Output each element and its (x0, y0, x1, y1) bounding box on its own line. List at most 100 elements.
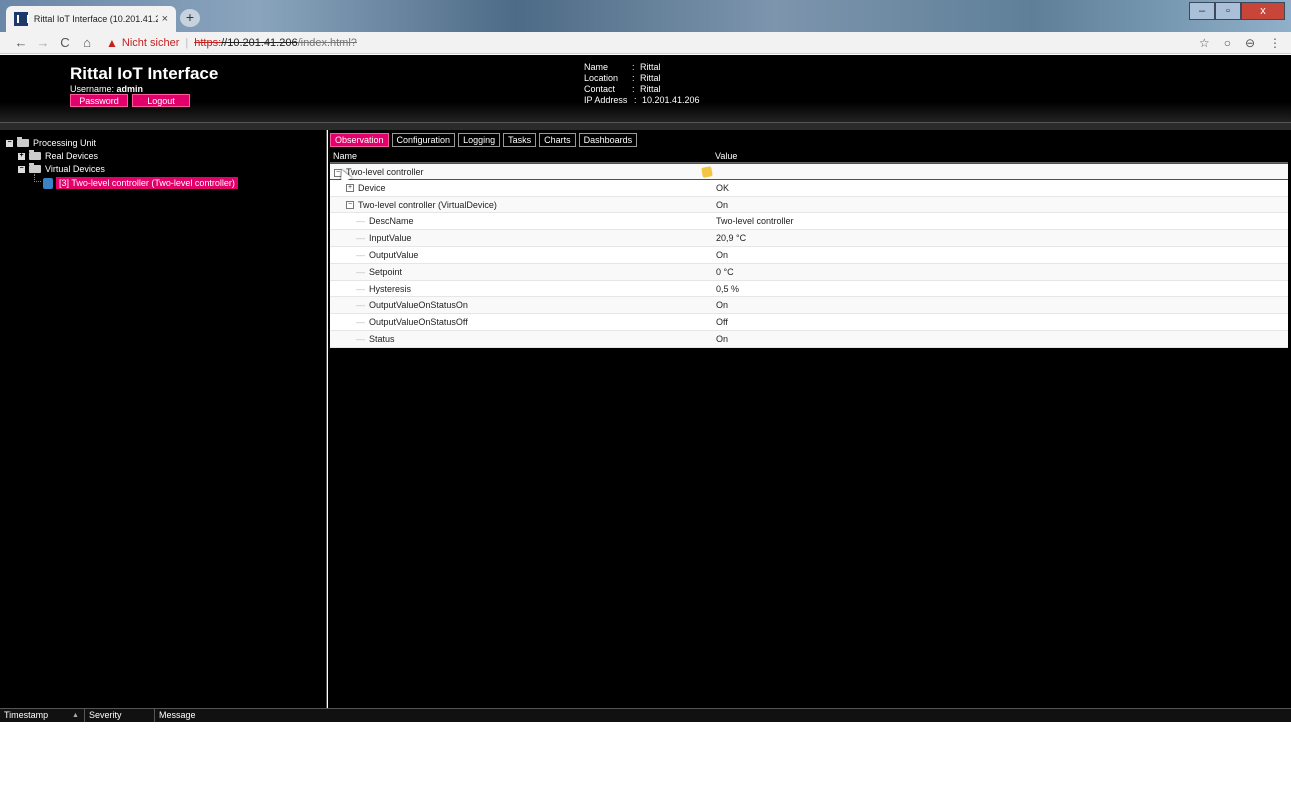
tree-label: [3] Two-level controller (Two-level cont… (56, 177, 238, 189)
address-bar: ← → C ⌂ ▲ Nicht sicher | https://10.201.… (0, 32, 1291, 54)
reload-icon[interactable]: C (54, 35, 76, 50)
tree-node-real-devices[interactable]: + Real Devices (18, 150, 99, 161)
table-row[interactable]: — OutputValueOnStatusOff Off (330, 314, 1288, 331)
edit-icon[interactable] (701, 166, 713, 178)
profile-icon[interactable]: ⊖ (1245, 36, 1255, 50)
column-header-message[interactable]: Message (154, 709, 196, 722)
back-icon[interactable]: ← (10, 35, 32, 50)
url-path: /index.html? (297, 36, 357, 49)
url-host: //10.201.41.206 (221, 36, 298, 49)
grid-header: Name Value (330, 150, 1288, 163)
table-row[interactable]: — Hysteresis 0,5 % (330, 280, 1288, 298)
tab-observation[interactable]: Observation (330, 133, 389, 147)
tab-tasks[interactable]: Tasks (503, 133, 537, 147)
extension-icon[interactable]: ○ (1224, 36, 1231, 50)
row-name-text: OutputValueOnStatusOff (369, 317, 468, 328)
security-label[interactable]: Nicht sicher (122, 37, 179, 49)
observation-grid: Name Value − Two-level controller + Device… (330, 150, 1288, 348)
warning-icon[interactable]: ▲ (106, 36, 118, 50)
menu-icon[interactable]: ⋮ (1269, 36, 1281, 50)
tab-close-icon[interactable]: × (162, 13, 168, 25)
row-name-text: Status (369, 333, 395, 344)
home-icon[interactable]: ⌂ (76, 35, 98, 50)
tab-logging[interactable]: Logging (458, 133, 501, 147)
collapse-icon[interactable]: − (6, 139, 13, 147)
detail-pane: Observation Configuration Logging Tasks … (328, 130, 1291, 708)
row-value: 20,9 °C (716, 233, 747, 244)
column-header-timestamp[interactable]: Timestamp (0, 709, 68, 722)
row-name: — OutputValueOnStatusOn (330, 297, 712, 313)
info-key: Name (584, 62, 609, 72)
info-key: Contact (584, 84, 616, 94)
divider: | (185, 36, 189, 49)
row-name: — Hysteresis (330, 281, 712, 297)
collapse-icon[interactable]: − (346, 201, 354, 210)
url-field[interactable]: https://10.201.41.206/index.html? (194, 37, 357, 49)
row-name-text: OutputValueOnStatusOn (369, 300, 468, 311)
tree-label: Real Devices (45, 151, 99, 161)
minimize-button[interactable]: – (1189, 2, 1215, 20)
row-value: 0,5 % (716, 283, 740, 294)
tree-node-virtual-devices[interactable]: − Virtual Devices (18, 163, 105, 174)
url-scheme: https: (194, 36, 222, 49)
logout-button[interactable]: Logout (132, 94, 190, 107)
tree-leaf-line: — (356, 300, 365, 311)
device-info: Name: Rittal Location: Rittal Contact: Ritt… (584, 62, 700, 106)
browser-tab[interactable]: Rittal IoT Interface (10.201.41.206) × (6, 6, 176, 32)
tree-node-processing-unit[interactable]: − Processing Unit (6, 137, 96, 148)
table-row[interactable]: — OutputValueOnStatusOn On (330, 297, 1288, 315)
browser-actions: ☆ ○ ⊖ ⋮ (1199, 36, 1281, 50)
password-button[interactable]: Password (70, 94, 128, 107)
expand-icon[interactable]: + (18, 152, 25, 160)
table-row[interactable]: + Device OK (330, 179, 1288, 197)
folder-icon (17, 137, 29, 147)
table-row[interactable]: − Two-level controller (330, 163, 1288, 183)
tab-dashboards[interactable]: Dashboards (578, 133, 638, 147)
tree-leaf-line: — (356, 249, 365, 260)
info-row-location: Location: Rittal (584, 73, 700, 84)
grid-body: − Two-level controller + Device OK − Two-le… (330, 163, 1288, 348)
device-icon (43, 177, 53, 189)
table-row[interactable]: — InputValue 20,9 °C (330, 230, 1288, 247)
app-header: Rittal IoT Interface Username: admin Pas… (0, 55, 1291, 122)
tree-leaf-line: — (356, 216, 365, 227)
row-name: — Status (330, 331, 712, 347)
forward-icon[interactable]: → (32, 35, 54, 50)
folder-icon (29, 163, 41, 173)
info-value: Rittal (640, 62, 661, 72)
column-header-name[interactable]: Name (330, 150, 712, 162)
row-value: 0 °C (716, 266, 734, 277)
row-name-text: Two-level controller (VirtualDevice) (358, 199, 497, 210)
info-colon: : (632, 84, 635, 94)
column-header-severity[interactable]: Severity (84, 709, 154, 722)
sort-ascending-icon[interactable]: ▲ (68, 709, 84, 722)
row-name-text: InputValue (369, 233, 412, 244)
info-value: Rittal (640, 73, 661, 83)
tree-node-two-level-controller[interactable]: [3] Two-level controller (Two-level cont… (43, 177, 238, 189)
close-window-button[interactable]: x (1241, 2, 1285, 20)
collapse-icon[interactable]: − (18, 165, 25, 173)
window-controls: – ▫ x (1189, 2, 1285, 20)
tab-configuration[interactable]: Configuration (391, 133, 456, 147)
row-name-text: Two-level controller (346, 167, 424, 177)
maximize-button[interactable]: ▫ (1215, 2, 1241, 20)
column-header-value[interactable]: Value (712, 150, 1288, 162)
tab-strip: Observation Configuration Logging Tasks … (330, 133, 638, 147)
row-value (712, 164, 1288, 179)
info-colon: : (632, 62, 635, 72)
info-row-name: Name: Rittal (584, 62, 700, 73)
tree-label: Virtual Devices (45, 164, 105, 174)
table-row[interactable]: — OutputValue On (330, 246, 1288, 264)
bookmark-star-icon[interactable]: ☆ (1199, 36, 1210, 50)
table-row[interactable]: — DescName Two-level controller (330, 213, 1288, 231)
expand-icon[interactable]: + (346, 184, 354, 193)
table-row[interactable]: — Status On (330, 330, 1288, 348)
row-name-text: DescName (369, 216, 414, 227)
tree-leaf-line: — (356, 283, 365, 294)
tree-leaf-line: — (356, 266, 365, 277)
table-row[interactable]: − Two-level controller (VirtualDevice) On (330, 196, 1288, 214)
table-row[interactable]: — Setpoint 0 °C (330, 263, 1288, 281)
header-divider (0, 122, 1291, 130)
new-tab-button[interactable]: + (180, 9, 200, 27)
tab-charts[interactable]: Charts (539, 133, 576, 147)
